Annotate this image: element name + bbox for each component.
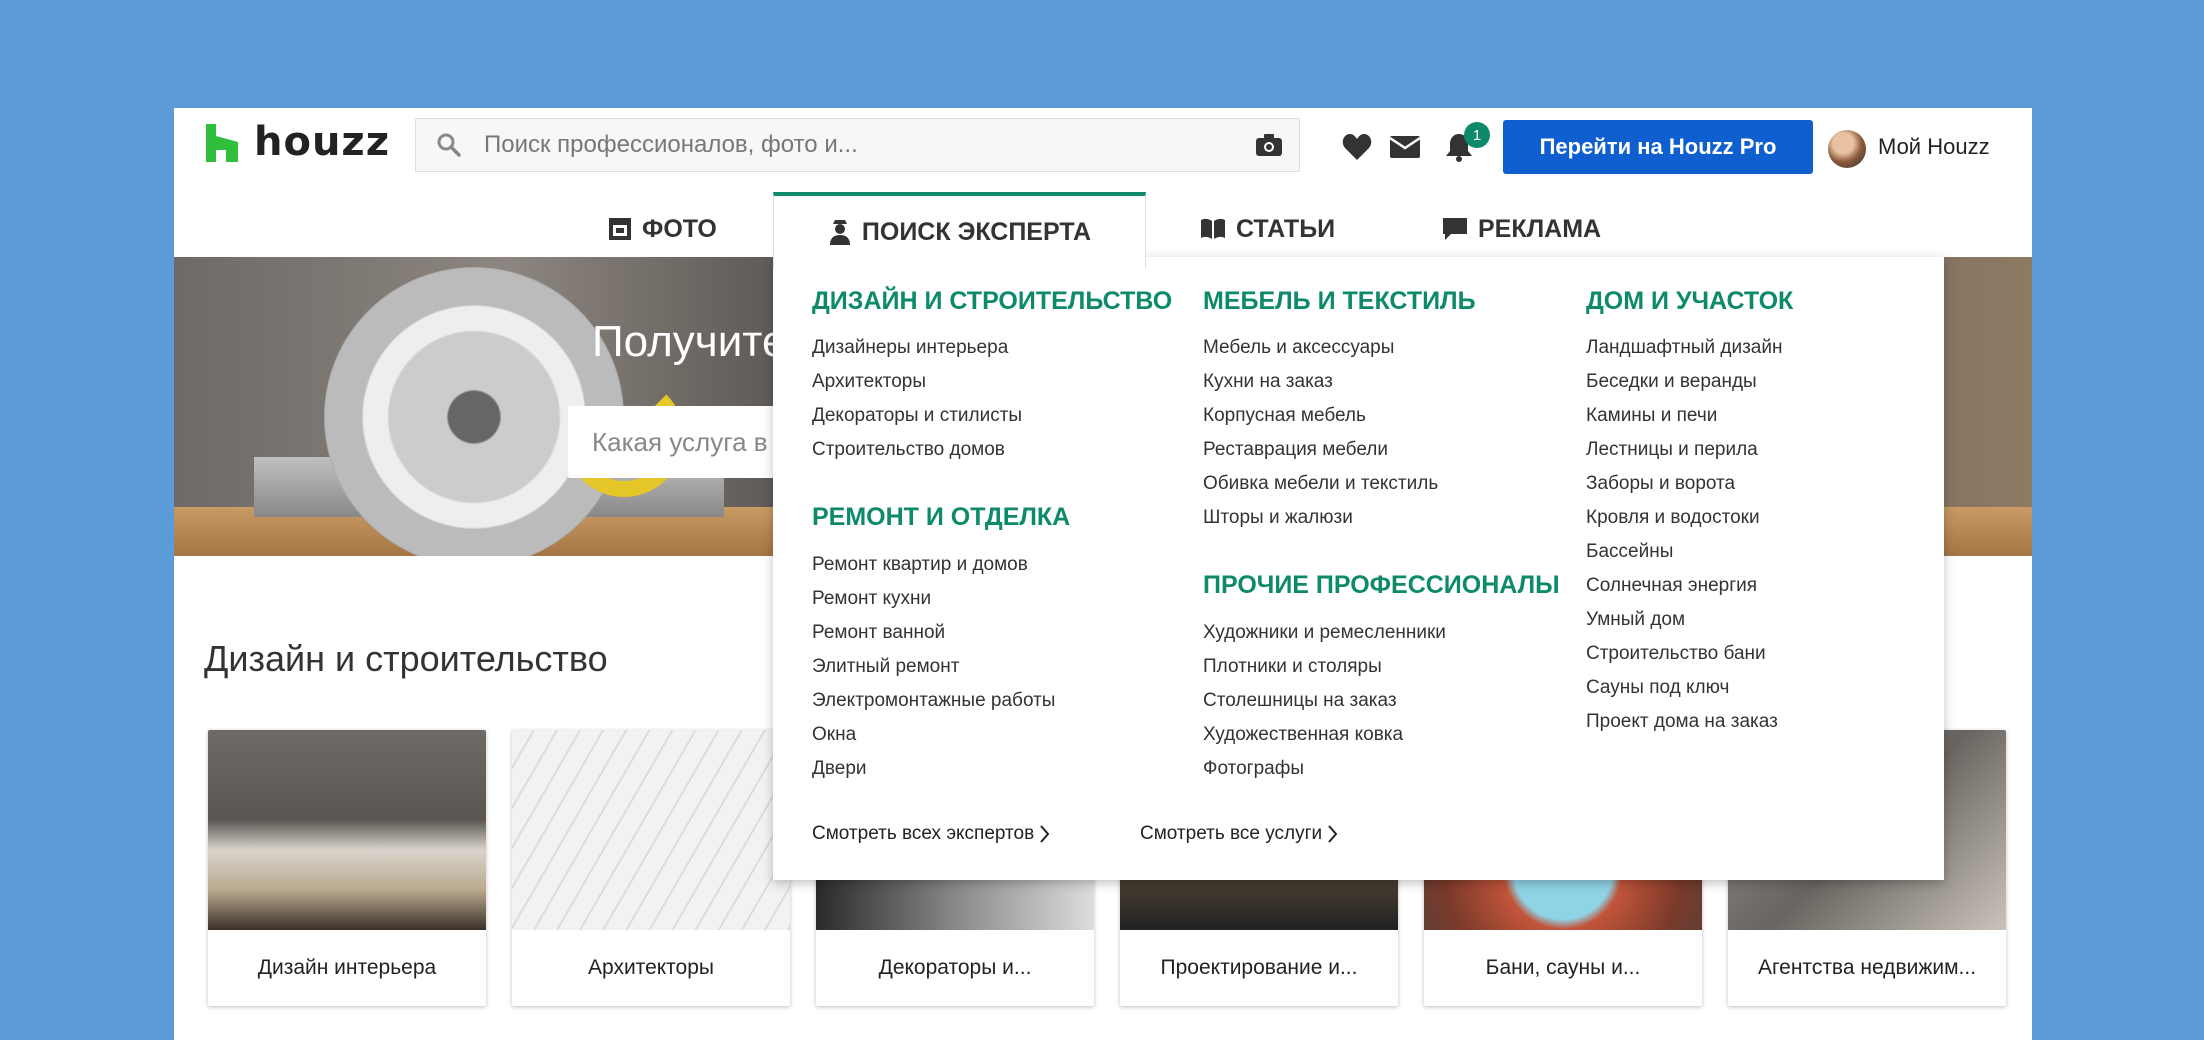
houzz-logo-icon [206, 124, 238, 162]
card-image [512, 730, 790, 930]
category-heading[interactable]: ДИЗАЙН И СТРОИТЕЛЬСТВО [812, 287, 1172, 316]
category-link[interactable]: Солнечная энергия [1586, 569, 1782, 603]
my-houzz-link[interactable]: Мой Houzz [1878, 134, 1990, 160]
category-list: Ландшафтный дизайн Беседки и веранды Кам… [1586, 331, 1782, 739]
card-label: Дизайн интерьера [257, 956, 437, 979]
category-link[interactable]: Кровля и водостоки [1586, 501, 1782, 535]
card-image [208, 730, 486, 930]
tab-find-expert[interactable]: ПОИСК ЭКСПЕРТА [773, 192, 1146, 268]
tab-find-expert-label: ПОИСК ЭКСПЕРТА [861, 217, 1092, 246]
search-icon [436, 132, 468, 158]
card-architects[interactable]: Архитекторы [512, 730, 790, 1006]
chevron-right-icon [1328, 825, 1338, 843]
notification-badge: 1 [1464, 122, 1490, 148]
category-link[interactable]: Лестницы и перила [1586, 433, 1782, 467]
category-heading[interactable]: ДОМ И УЧАСТОК [1586, 287, 1793, 316]
see-all-services-link[interactable]: Смотреть все услуги [1140, 823, 1338, 845]
header: houzz 1 Перейти на Houzz Pro Мой Houzz [174, 108, 2032, 192]
tab-articles-label: СТАТЬИ [1236, 214, 1336, 243]
category-link[interactable]: Ремонт квартир и домов [812, 548, 1055, 582]
tab-advertising-label: РЕКЛАМА [1478, 214, 1602, 243]
category-list: Дизайнеры интерьера Архитекторы Декорато… [812, 331, 1022, 467]
card-label: Бани, сауны и... [1485, 956, 1641, 979]
category-link[interactable]: Мебель и аксессуары [1203, 331, 1438, 365]
tab-photo[interactable]: ФОТО [608, 192, 717, 266]
category-link[interactable]: Ремонт кухни [812, 582, 1055, 616]
category-link[interactable]: Заборы и ворота [1586, 467, 1782, 501]
category-link[interactable]: Строительство домов [812, 433, 1022, 467]
category-heading[interactable]: МЕБЕЛЬ И ТЕКСТИЛЬ [1203, 287, 1476, 316]
category-link[interactable]: Сауны под ключ [1586, 671, 1782, 705]
avatar[interactable] [1828, 130, 1866, 168]
category-link[interactable]: Плотники и столяры [1203, 650, 1446, 684]
search-bar[interactable] [415, 118, 1300, 172]
category-link[interactable]: Дизайнеры интерьера [812, 331, 1022, 365]
category-link[interactable]: Элитный ремонт [812, 650, 1055, 684]
main-nav: ФОТО ПОИСК ЭКСПЕРТА СТАТЬИ РЕКЛАМА [174, 192, 2032, 268]
see-all-services-label: Смотреть все услуги [1140, 823, 1323, 844]
category-link[interactable]: Камины и печи [1586, 399, 1782, 433]
tab-photo-label: ФОТО [642, 214, 717, 243]
heart-icon[interactable] [1340, 130, 1374, 164]
category-list: Ремонт квартир и домов Ремонт кухни Ремо… [812, 548, 1055, 786]
houzz-pro-button[interactable]: Перейти на Houzz Pro [1503, 120, 1813, 174]
tab-advertising[interactable]: РЕКЛАМА [1442, 192, 1601, 266]
category-link[interactable]: Электромонтажные работы [812, 684, 1055, 718]
houzz-logo[interactable]: houzz [204, 119, 390, 165]
category-link[interactable]: Кухни на заказ [1203, 365, 1438, 399]
expert-icon [828, 218, 852, 246]
category-link[interactable]: Беседки и веранды [1586, 365, 1782, 399]
find-expert-dropdown: ДИЗАЙН И СТРОИТЕЛЬСТВО Дизайнеры интерье… [773, 257, 1944, 880]
see-all-experts-label: Смотреть всех экспертов [812, 823, 1035, 844]
category-link[interactable]: Строительство бани [1586, 637, 1782, 671]
mail-icon[interactable] [1388, 130, 1422, 164]
category-link[interactable]: Двери [812, 752, 1055, 786]
category-link[interactable]: Умный дом [1586, 603, 1782, 637]
card-label: Агентства недвижим... [1757, 956, 1977, 979]
category-link[interactable]: Окна [812, 718, 1055, 752]
section-title: Дизайн и строительство [204, 638, 608, 679]
category-list: Художники и ремесленники Плотники и стол… [1203, 616, 1446, 786]
category-link[interactable]: Художественная ковка [1203, 718, 1446, 752]
houzz-window: houzz 1 Перейти на Houzz Pro Мой Houzz [174, 108, 2032, 1040]
card-interior-design[interactable]: Дизайн интерьера [208, 730, 486, 1006]
category-heading[interactable]: ПРОЧИЕ ПРОФЕССИОНАЛЫ [1203, 571, 1560, 600]
category-link[interactable]: Архитекторы [812, 365, 1022, 399]
category-link[interactable]: Столешницы на заказ [1203, 684, 1446, 718]
category-link[interactable]: Бассейны [1586, 535, 1782, 569]
category-list: Мебель и аксессуары Кухни на заказ Корпу… [1203, 331, 1438, 535]
card-label: Декораторы и... [878, 956, 1032, 979]
card-label: Проектирование и... [1160, 956, 1358, 979]
category-link[interactable]: Корпусная мебель [1203, 399, 1438, 433]
photo-icon [608, 217, 632, 241]
category-link[interactable]: Фотографы [1203, 752, 1446, 786]
category-link[interactable]: Обивка мебели и текстиль [1203, 467, 1438, 501]
see-all-experts-link[interactable]: Смотреть всех экспертов [812, 823, 1050, 845]
chevron-right-icon [1040, 825, 1050, 843]
category-link[interactable]: Реставрация мебели [1203, 433, 1438, 467]
search-input[interactable] [484, 125, 1255, 165]
category-link[interactable]: Проект дома на заказ [1586, 705, 1782, 739]
category-link[interactable]: Шторы и жалюзи [1203, 501, 1438, 535]
category-link[interactable]: Декораторы и стилисты [812, 399, 1022, 433]
category-link[interactable]: Художники и ремесленники [1203, 616, 1446, 650]
chat-icon [1442, 217, 1468, 241]
hero-title: Получите [592, 317, 787, 366]
book-icon [1200, 218, 1226, 240]
card-label: Архитекторы [588, 956, 714, 979]
category-heading[interactable]: РЕМОНТ И ОТДЕЛКА [812, 503, 1070, 532]
logo-text: houzz [254, 119, 390, 165]
category-link[interactable]: Ландшафтный дизайн [1586, 331, 1782, 365]
tab-articles[interactable]: СТАТЬИ [1200, 192, 1335, 266]
category-link[interactable]: Ремонт ванной [812, 616, 1055, 650]
camera-icon[interactable] [1255, 133, 1289, 157]
